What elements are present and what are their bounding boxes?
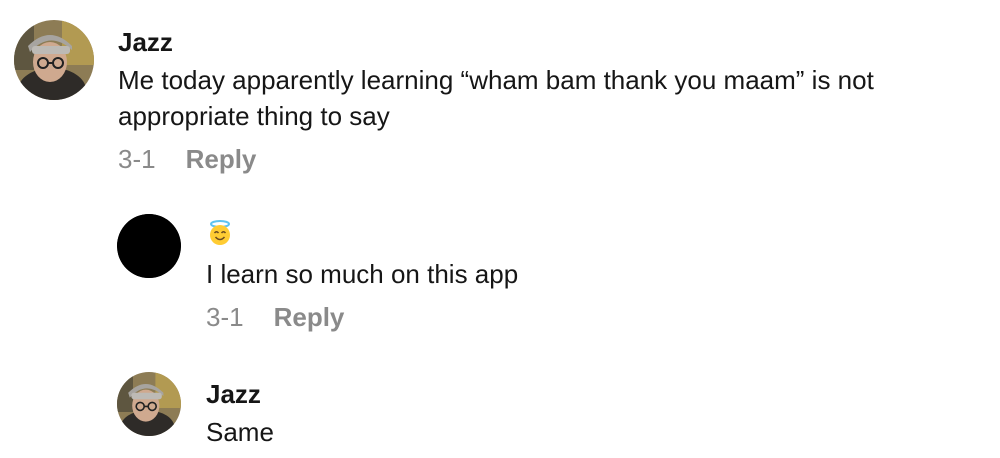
user-photo-avatar-icon [117, 372, 181, 436]
user-avatar[interactable] [117, 372, 181, 436]
comment-thread: Jazz Me today apparently learning “wham … [0, 0, 1000, 458]
smiling-face-with-halo-icon [210, 220, 230, 245]
user-photo-avatar-icon [14, 20, 94, 100]
comment-text: I learn so much on this app [206, 259, 519, 289]
comment-date: 3-1 [206, 302, 244, 332]
comment-meta: 3-1 Reply [206, 302, 344, 332]
comment-text: Same [206, 417, 274, 447]
comment-username[interactable]: Jazz [118, 27, 173, 57]
black-circle-avatar-icon [117, 214, 181, 278]
comment-meta: 3-1 Reply [118, 144, 256, 174]
user-avatar[interactable] [117, 214, 181, 278]
comment-text: Me today apparently learning “wham bam t… [118, 65, 874, 131]
reply-button[interactable]: Reply [274, 302, 345, 332]
reply-button[interactable]: Reply [186, 144, 257, 174]
comment-date: 3-1 [118, 144, 156, 174]
user-avatar[interactable] [14, 20, 94, 100]
comment-username[interactable]: Jazz [206, 379, 261, 409]
